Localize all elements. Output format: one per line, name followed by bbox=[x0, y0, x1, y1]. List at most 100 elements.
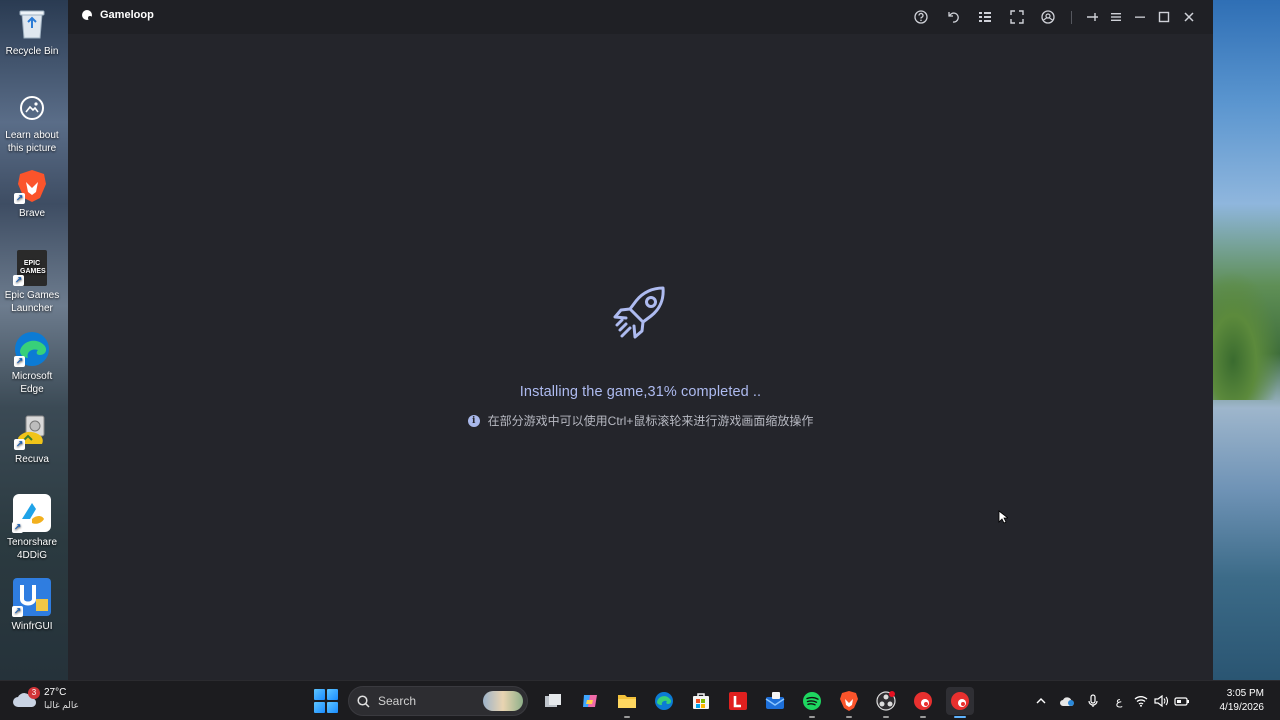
install-progress-text: Installing the game,31% completed .. bbox=[519, 384, 762, 400]
start-tile bbox=[314, 702, 325, 713]
shortcut-arrow-icon: ↗ bbox=[14, 193, 25, 204]
obs-icon bbox=[875, 691, 896, 711]
desktop-icon-label: Microsoft Edge bbox=[11, 371, 53, 395]
shortcut-arrow-icon: ↗ bbox=[13, 275, 24, 286]
onedrive-icon bbox=[1060, 697, 1074, 706]
desktop-icon-epic-games[interactable]: EPIC GAMES ↗ Epic Games Launcher bbox=[0, 250, 64, 315]
mail-icon bbox=[765, 692, 784, 709]
shortcut-arrow-icon: ↗ bbox=[14, 439, 25, 450]
recuva-icon: ↗ bbox=[14, 414, 50, 450]
edge-icon: ↗ bbox=[14, 331, 50, 367]
clock-date: 4/19/2026 bbox=[1219, 702, 1265, 713]
desktop-icon-edge[interactable]: ↗ Microsoft Edge bbox=[0, 331, 64, 396]
gameloop-active-taskbar-button[interactable] bbox=[945, 687, 974, 718]
language-indicator[interactable]: ع bbox=[1106, 688, 1132, 714]
camera-icon bbox=[14, 90, 50, 126]
gameloop-taskbar-button[interactable] bbox=[909, 687, 937, 718]
store-button[interactable] bbox=[687, 687, 715, 715]
desktop-icon-brave[interactable]: ↗ Brave bbox=[0, 168, 64, 220]
gameloop-icon bbox=[950, 692, 969, 710]
back-icon[interactable] bbox=[945, 9, 961, 25]
apps-grid-icon[interactable] bbox=[977, 9, 993, 25]
weather-text: 27°C عالم غالبا bbox=[44, 686, 79, 711]
wallpaper-trees bbox=[1213, 270, 1280, 400]
close-icon[interactable] bbox=[1181, 9, 1197, 25]
search-highlight-image bbox=[483, 691, 523, 711]
desktop-icon-label: WinfrGUI bbox=[11, 621, 53, 632]
l-app-button[interactable] bbox=[724, 687, 752, 715]
spotify-icon bbox=[802, 692, 821, 710]
desktop-icon-winfrgui[interactable]: ↗ WinfrGUI bbox=[0, 577, 64, 633]
start-tile bbox=[327, 702, 338, 713]
install-status-panel: Installing the game,31% completed .. i 在… bbox=[68, 280, 1213, 429]
task-view-icon bbox=[544, 694, 561, 707]
window-title: Gameloop bbox=[100, 9, 154, 21]
system-tray: ع bbox=[1028, 685, 1192, 717]
taskbar-center: Search bbox=[314, 685, 978, 718]
desktop-wallpaper-right bbox=[1213, 0, 1280, 680]
start-tile bbox=[314, 689, 325, 700]
copilot-icon bbox=[582, 695, 597, 707]
brave-icon: ↗ bbox=[14, 168, 50, 204]
running-indicator bbox=[882, 716, 889, 718]
weather-widget[interactable]: 3 27°C عالم غالبا bbox=[12, 686, 79, 711]
gameloop-window: Gameloop Installing the game,31% complet… bbox=[68, 0, 1213, 680]
file-explorer-icon bbox=[617, 695, 636, 708]
copilot-button[interactable] bbox=[576, 687, 604, 715]
brave-icon bbox=[839, 691, 858, 711]
tenorshare-icon: ↗ bbox=[12, 493, 52, 533]
desktop-icon-label: Learn about this picture bbox=[5, 130, 59, 154]
running-indicator bbox=[845, 716, 852, 718]
edge-button[interactable] bbox=[650, 687, 678, 715]
file-explorer-button[interactable] bbox=[613, 687, 641, 718]
volume-icon bbox=[1154, 695, 1168, 707]
start-button[interactable] bbox=[314, 689, 338, 713]
show-hidden-icons-button[interactable] bbox=[1028, 688, 1054, 714]
shortcut-arrow-icon: ↗ bbox=[12, 606, 23, 617]
shortcut-arrow-icon: ↗ bbox=[14, 356, 25, 367]
desktop-icon-tenorshare[interactable]: ↗ Tenorshare 4DDiG bbox=[0, 493, 64, 562]
desktop-icon-label: Brave bbox=[18, 208, 46, 219]
onedrive-button[interactable] bbox=[1054, 688, 1080, 714]
cloud-icon: 3 bbox=[12, 686, 40, 709]
help-icon[interactable] bbox=[913, 9, 929, 25]
gamepad-icon[interactable] bbox=[1040, 9, 1056, 25]
active-indicator bbox=[953, 716, 966, 718]
fullscreen-icon[interactable] bbox=[1009, 9, 1025, 25]
pin-icon[interactable] bbox=[1084, 9, 1100, 25]
title-bar: Gameloop bbox=[68, 0, 1213, 34]
desktop-icon-recycle-bin[interactable]: Recycle Bin bbox=[0, 6, 64, 58]
task-view-button[interactable] bbox=[539, 687, 567, 715]
taskbar-search[interactable]: Search bbox=[348, 686, 528, 716]
desktop-icon-recuva[interactable]: ↗ Recuva bbox=[0, 414, 64, 466]
microphone-button[interactable] bbox=[1080, 688, 1106, 714]
network-volume-battery-button[interactable] bbox=[1132, 688, 1192, 714]
running-indicator bbox=[808, 716, 815, 718]
taskbar: 3 27°C عالم غالبا Search ع 3:05 PM 4/19/… bbox=[0, 680, 1280, 720]
epic-games-icon: EPIC GAMES ↗ bbox=[13, 250, 47, 286]
spotify-button[interactable] bbox=[798, 687, 826, 718]
running-indicator bbox=[919, 716, 926, 718]
minimize-icon[interactable] bbox=[1132, 9, 1148, 25]
weather-badge: 3 bbox=[28, 686, 40, 699]
chevron-up-icon bbox=[1036, 698, 1046, 704]
gameloop-logo-icon bbox=[82, 10, 92, 20]
desktop-icon-label: Recycle Bin bbox=[5, 46, 59, 57]
mail-button[interactable] bbox=[761, 687, 789, 715]
desktop-icon-learn-about[interactable]: Learn about this picture bbox=[0, 90, 64, 155]
search-placeholder: Search bbox=[378, 694, 417, 708]
search-icon bbox=[357, 694, 370, 708]
clock[interactable]: 3:05 PM 4/19/2026 bbox=[1220, 687, 1265, 715]
recycle-bin-icon bbox=[14, 6, 50, 42]
menu-icon[interactable] bbox=[1108, 9, 1124, 25]
tip-text: 在部分游戏中可以使用Ctrl+鼠标滚轮来进行游戏画面缩放操作 bbox=[487, 414, 814, 428]
mouse-cursor-icon bbox=[998, 510, 1008, 524]
edge-icon bbox=[654, 692, 673, 710]
obs-button[interactable] bbox=[872, 687, 900, 718]
info-icon: i bbox=[467, 414, 480, 427]
battery-icon bbox=[1174, 697, 1189, 706]
maximize-icon[interactable] bbox=[1156, 9, 1172, 25]
brave-button[interactable] bbox=[835, 687, 863, 718]
app-title: Gameloop bbox=[82, 9, 154, 21]
l-app-icon bbox=[728, 692, 747, 710]
